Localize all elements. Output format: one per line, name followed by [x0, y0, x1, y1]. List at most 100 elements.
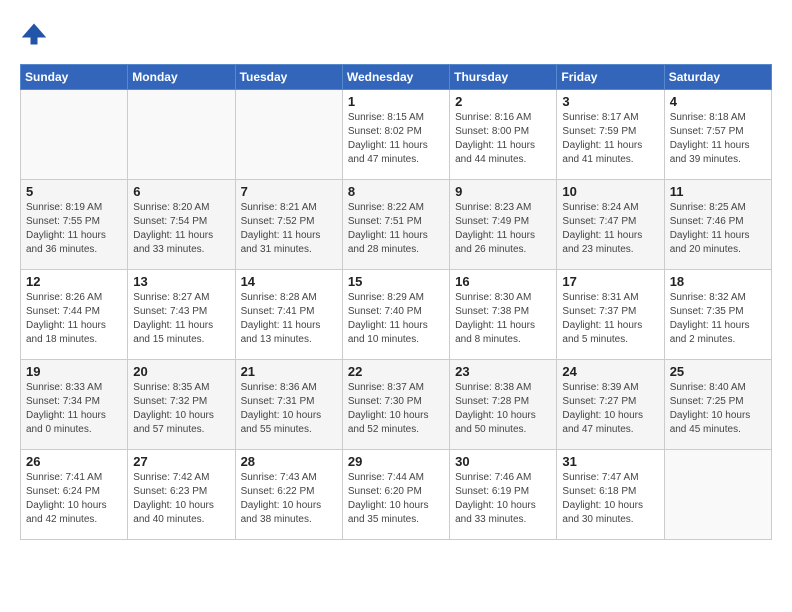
day-info: Sunrise: 8:17 AMSunset: 7:59 PMDaylight:…	[562, 112, 642, 165]
day-info: Sunrise: 8:27 AMSunset: 7:43 PMDaylight:…	[133, 292, 213, 345]
day-info: Sunrise: 8:25 AMSunset: 7:46 PMDaylight:…	[670, 202, 750, 255]
day-info: Sunrise: 8:35 AMSunset: 7:32 PMDaylight:…	[133, 382, 214, 435]
calendar-cell: 31 Sunrise: 7:47 AMSunset: 6:18 PMDaylig…	[557, 450, 664, 540]
weekday-header: Friday	[557, 65, 664, 90]
day-info: Sunrise: 8:22 AMSunset: 7:51 PMDaylight:…	[348, 202, 428, 255]
calendar-cell: 23 Sunrise: 8:38 AMSunset: 7:28 PMDaylig…	[450, 360, 557, 450]
day-number: 3	[562, 94, 658, 109]
day-info: Sunrise: 8:32 AMSunset: 7:35 PMDaylight:…	[670, 292, 750, 345]
day-number: 20	[133, 364, 229, 379]
weekday-header: Tuesday	[235, 65, 342, 90]
day-number: 13	[133, 274, 229, 289]
day-number: 27	[133, 454, 229, 469]
day-info: Sunrise: 8:16 AMSunset: 8:00 PMDaylight:…	[455, 112, 535, 165]
day-info: Sunrise: 8:19 AMSunset: 7:55 PMDaylight:…	[26, 202, 106, 255]
calendar-cell: 30 Sunrise: 7:46 AMSunset: 6:19 PMDaylig…	[450, 450, 557, 540]
day-number: 23	[455, 364, 551, 379]
calendar-cell: 28 Sunrise: 7:43 AMSunset: 6:22 PMDaylig…	[235, 450, 342, 540]
day-info: Sunrise: 8:40 AMSunset: 7:25 PMDaylight:…	[670, 382, 751, 435]
calendar-cell: 6 Sunrise: 8:20 AMSunset: 7:54 PMDayligh…	[128, 180, 235, 270]
calendar-cell: 11 Sunrise: 8:25 AMSunset: 7:46 PMDaylig…	[664, 180, 771, 270]
calendar-week-row: 5 Sunrise: 8:19 AMSunset: 7:55 PMDayligh…	[21, 180, 772, 270]
calendar-table: SundayMondayTuesdayWednesdayThursdayFrid…	[20, 64, 772, 540]
day-number: 17	[562, 274, 658, 289]
calendar-cell	[21, 90, 128, 180]
calendar-header: SundayMondayTuesdayWednesdayThursdayFrid…	[21, 65, 772, 90]
calendar-week-row: 12 Sunrise: 8:26 AMSunset: 7:44 PMDaylig…	[21, 270, 772, 360]
day-info: Sunrise: 8:29 AMSunset: 7:40 PMDaylight:…	[348, 292, 428, 345]
calendar-cell: 5 Sunrise: 8:19 AMSunset: 7:55 PMDayligh…	[21, 180, 128, 270]
calendar-cell: 7 Sunrise: 8:21 AMSunset: 7:52 PMDayligh…	[235, 180, 342, 270]
day-number: 29	[348, 454, 444, 469]
day-info: Sunrise: 8:20 AMSunset: 7:54 PMDaylight:…	[133, 202, 213, 255]
weekday-row: SundayMondayTuesdayWednesdayThursdayFrid…	[21, 65, 772, 90]
day-info: Sunrise: 8:28 AMSunset: 7:41 PMDaylight:…	[241, 292, 321, 345]
day-info: Sunrise: 7:42 AMSunset: 6:23 PMDaylight:…	[133, 472, 214, 525]
day-info: Sunrise: 8:24 AMSunset: 7:47 PMDaylight:…	[562, 202, 642, 255]
day-number: 25	[670, 364, 766, 379]
calendar-body: 1 Sunrise: 8:15 AMSunset: 8:02 PMDayligh…	[21, 90, 772, 540]
day-number: 26	[26, 454, 122, 469]
day-number: 1	[348, 94, 444, 109]
calendar-cell: 25 Sunrise: 8:40 AMSunset: 7:25 PMDaylig…	[664, 360, 771, 450]
logo-icon	[20, 20, 48, 48]
calendar-cell: 22 Sunrise: 8:37 AMSunset: 7:30 PMDaylig…	[342, 360, 449, 450]
calendar-cell	[235, 90, 342, 180]
calendar-week-row: 19 Sunrise: 8:33 AMSunset: 7:34 PMDaylig…	[21, 360, 772, 450]
day-number: 18	[670, 274, 766, 289]
day-number: 12	[26, 274, 122, 289]
day-number: 4	[670, 94, 766, 109]
day-info: Sunrise: 8:30 AMSunset: 7:38 PMDaylight:…	[455, 292, 535, 345]
day-number: 21	[241, 364, 337, 379]
day-number: 31	[562, 454, 658, 469]
day-info: Sunrise: 8:26 AMSunset: 7:44 PMDaylight:…	[26, 292, 106, 345]
calendar-cell: 10 Sunrise: 8:24 AMSunset: 7:47 PMDaylig…	[557, 180, 664, 270]
calendar-cell	[128, 90, 235, 180]
day-number: 10	[562, 184, 658, 199]
calendar-cell: 16 Sunrise: 8:30 AMSunset: 7:38 PMDaylig…	[450, 270, 557, 360]
calendar-cell: 14 Sunrise: 8:28 AMSunset: 7:41 PMDaylig…	[235, 270, 342, 360]
day-number: 28	[241, 454, 337, 469]
calendar-week-row: 26 Sunrise: 7:41 AMSunset: 6:24 PMDaylig…	[21, 450, 772, 540]
day-info: Sunrise: 7:41 AMSunset: 6:24 PMDaylight:…	[26, 472, 107, 525]
day-info: Sunrise: 8:36 AMSunset: 7:31 PMDaylight:…	[241, 382, 322, 435]
day-info: Sunrise: 8:18 AMSunset: 7:57 PMDaylight:…	[670, 112, 750, 165]
calendar-cell: 26 Sunrise: 7:41 AMSunset: 6:24 PMDaylig…	[21, 450, 128, 540]
weekday-header: Monday	[128, 65, 235, 90]
calendar-cell: 2 Sunrise: 8:16 AMSunset: 8:00 PMDayligh…	[450, 90, 557, 180]
day-info: Sunrise: 7:47 AMSunset: 6:18 PMDaylight:…	[562, 472, 643, 525]
day-info: Sunrise: 8:15 AMSunset: 8:02 PMDaylight:…	[348, 112, 428, 165]
day-info: Sunrise: 8:21 AMSunset: 7:52 PMDaylight:…	[241, 202, 321, 255]
day-number: 5	[26, 184, 122, 199]
calendar-cell: 27 Sunrise: 7:42 AMSunset: 6:23 PMDaylig…	[128, 450, 235, 540]
day-info: Sunrise: 8:38 AMSunset: 7:28 PMDaylight:…	[455, 382, 536, 435]
calendar-week-row: 1 Sunrise: 8:15 AMSunset: 8:02 PMDayligh…	[21, 90, 772, 180]
day-number: 11	[670, 184, 766, 199]
day-info: Sunrise: 7:46 AMSunset: 6:19 PMDaylight:…	[455, 472, 536, 525]
calendar-cell	[664, 450, 771, 540]
calendar-cell: 8 Sunrise: 8:22 AMSunset: 7:51 PMDayligh…	[342, 180, 449, 270]
day-number: 9	[455, 184, 551, 199]
day-number: 2	[455, 94, 551, 109]
calendar-cell: 21 Sunrise: 8:36 AMSunset: 7:31 PMDaylig…	[235, 360, 342, 450]
day-info: Sunrise: 8:37 AMSunset: 7:30 PMDaylight:…	[348, 382, 429, 435]
calendar-cell: 18 Sunrise: 8:32 AMSunset: 7:35 PMDaylig…	[664, 270, 771, 360]
calendar-cell: 3 Sunrise: 8:17 AMSunset: 7:59 PMDayligh…	[557, 90, 664, 180]
page-header	[20, 20, 772, 48]
weekday-header: Thursday	[450, 65, 557, 90]
day-number: 24	[562, 364, 658, 379]
calendar-cell: 13 Sunrise: 8:27 AMSunset: 7:43 PMDaylig…	[128, 270, 235, 360]
day-info: Sunrise: 8:23 AMSunset: 7:49 PMDaylight:…	[455, 202, 535, 255]
day-number: 8	[348, 184, 444, 199]
calendar-cell: 12 Sunrise: 8:26 AMSunset: 7:44 PMDaylig…	[21, 270, 128, 360]
weekday-header: Saturday	[664, 65, 771, 90]
day-number: 6	[133, 184, 229, 199]
calendar-cell: 20 Sunrise: 8:35 AMSunset: 7:32 PMDaylig…	[128, 360, 235, 450]
day-number: 7	[241, 184, 337, 199]
day-info: Sunrise: 8:39 AMSunset: 7:27 PMDaylight:…	[562, 382, 643, 435]
calendar-cell: 9 Sunrise: 8:23 AMSunset: 7:49 PMDayligh…	[450, 180, 557, 270]
day-number: 15	[348, 274, 444, 289]
calendar-cell: 17 Sunrise: 8:31 AMSunset: 7:37 PMDaylig…	[557, 270, 664, 360]
calendar-cell: 29 Sunrise: 7:44 AMSunset: 6:20 PMDaylig…	[342, 450, 449, 540]
calendar-cell: 19 Sunrise: 8:33 AMSunset: 7:34 PMDaylig…	[21, 360, 128, 450]
